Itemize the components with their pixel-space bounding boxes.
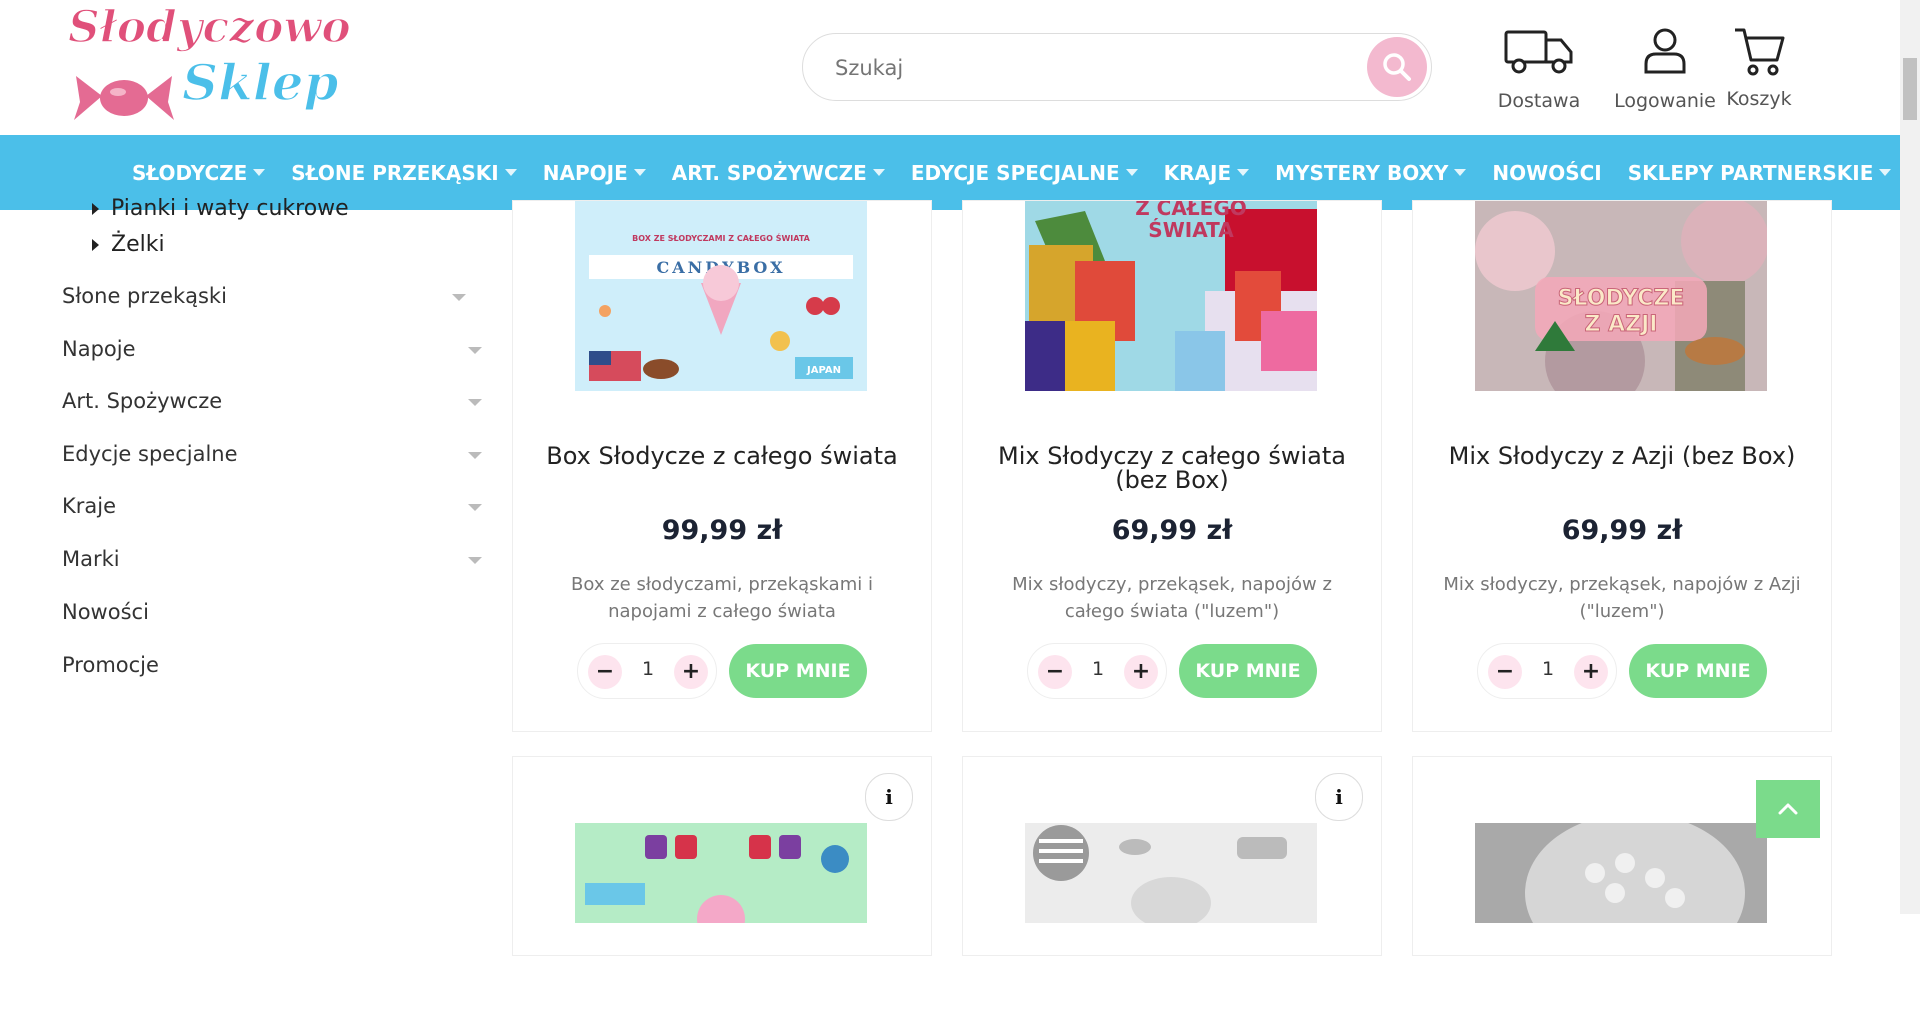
logo-text-line2: Sklep bbox=[182, 53, 339, 112]
site-header: Słodyczowo Sklep Dostawa bbox=[0, 0, 1900, 135]
quantity-stepper: − 1 + bbox=[1027, 643, 1167, 699]
product-card: i bbox=[962, 756, 1382, 956]
chevron-down-icon[interactable] bbox=[468, 504, 482, 511]
quantity-value[interactable]: 1 bbox=[1536, 658, 1560, 680]
search-bar bbox=[802, 33, 1432, 101]
sidebar-category[interactable]: Napoje bbox=[62, 337, 482, 361]
svg-text:Z AZJI: Z AZJI bbox=[1585, 312, 1658, 337]
product-image[interactable]: Z CAŁEGO ŚWIATA bbox=[1025, 201, 1317, 391]
nav-item-edycje-specjalne[interactable]: EDYCJE SPECJALNE bbox=[911, 161, 1138, 185]
login-link[interactable]: Logowanie bbox=[1612, 26, 1718, 112]
nav-item-kraje[interactable]: KRAJE bbox=[1164, 161, 1250, 185]
sidebar-subitem[interactable]: Żelki bbox=[92, 232, 165, 257]
page-scrollbar[interactable] bbox=[1900, 0, 1920, 914]
increment-button[interactable]: + bbox=[1574, 655, 1608, 689]
sidebar-category[interactable]: Kraje bbox=[62, 494, 482, 518]
candy-icon bbox=[74, 76, 174, 120]
info-icon[interactable]: i bbox=[1315, 773, 1363, 821]
nav-item-art-spozywcze[interactable]: ART. SPOŻYWCZE bbox=[672, 161, 885, 185]
nav-item-slone-przekaski[interactable]: SŁONE PRZEKĄSKI bbox=[291, 161, 517, 185]
product-description: Mix słodyczy, przekąsek, napojów z całeg… bbox=[1012, 574, 1332, 622]
chevron-up-icon bbox=[1778, 803, 1798, 815]
svg-text:BOX ZE SŁODYCZAMI Z CAŁEGO ŚWI: BOX ZE SŁODYCZAMI Z CAŁEGO ŚWIATA bbox=[632, 232, 811, 243]
product-card: BOX ZE SŁODYCZAMI Z CAŁEGO ŚWIATA CANDYB… bbox=[512, 200, 932, 732]
nav-item-sklepy-partnerskie[interactable]: SKLEPY PARTNERSKIE bbox=[1628, 161, 1892, 185]
product-card: SŁODYCZE Z AZJI Mix Słodyczy z Azji (bez… bbox=[1412, 200, 1832, 732]
product-title[interactable]: Box Słodycze z całego świata bbox=[533, 444, 911, 468]
nav-item-nowosci[interactable]: NOWOŚCI bbox=[1492, 161, 1601, 185]
site-logo[interactable]: Słodyczowo Sklep bbox=[62, 0, 362, 132]
user-icon bbox=[1644, 28, 1686, 74]
product-price: 99,99 zł bbox=[661, 515, 783, 546]
product-card: i bbox=[512, 756, 932, 956]
chevron-down-icon bbox=[1454, 169, 1467, 176]
cart-label: Koszyk bbox=[1726, 88, 1792, 110]
delivery-link[interactable]: Dostawa bbox=[1497, 26, 1581, 112]
decrement-button[interactable]: − bbox=[1488, 655, 1522, 689]
product-description: Box ze słodyczami, przekąskami i napojam… bbox=[571, 574, 873, 622]
buy-button[interactable]: KUP MNIE bbox=[1179, 644, 1317, 698]
sidebar-category[interactable]: Promocje bbox=[62, 653, 482, 677]
product-price: 69,99 zł bbox=[1111, 515, 1233, 546]
product-image[interactable] bbox=[575, 823, 867, 1013]
decrement-button[interactable]: − bbox=[588, 655, 622, 689]
sidebar-category[interactable]: Słone przekąski bbox=[62, 284, 482, 308]
cart-link[interactable]: Koszyk bbox=[1724, 26, 1794, 110]
decrement-button[interactable]: − bbox=[1038, 655, 1072, 689]
scrollbar-thumb[interactable] bbox=[1903, 58, 1917, 120]
product-image[interactable] bbox=[1475, 823, 1767, 1013]
logo-text-line1: Słodyczowo bbox=[68, 2, 351, 53]
product-image[interactable] bbox=[1025, 823, 1317, 1013]
sidebar-subitem[interactable]: Pianki i waty cukrowe bbox=[92, 196, 349, 221]
product-image[interactable]: BOX ZE SŁODYCZAMI Z CAŁEGO ŚWIATA CANDYB… bbox=[575, 201, 867, 391]
chevron-down-icon bbox=[1879, 169, 1892, 176]
sidebar-category[interactable]: Art. Spożywcze bbox=[62, 389, 482, 413]
chevron-down-icon bbox=[504, 169, 517, 176]
search-button[interactable] bbox=[1367, 37, 1427, 97]
login-label: Logowanie bbox=[1614, 90, 1716, 112]
back-to-top-button[interactable] bbox=[1756, 780, 1820, 838]
product-card: Z CAŁEGO ŚWIATA Mix Słodyczy z całego św… bbox=[962, 200, 1382, 732]
chevron-down-icon[interactable] bbox=[468, 452, 482, 459]
chevron-down-icon bbox=[872, 169, 885, 176]
sidebar-category[interactable]: Edycje specjalne bbox=[62, 442, 482, 466]
caret-right-icon bbox=[92, 238, 99, 251]
chevron-down-icon bbox=[253, 169, 266, 176]
product-image[interactable]: SŁODYCZE Z AZJI bbox=[1475, 201, 1767, 391]
info-icon[interactable]: i bbox=[865, 773, 913, 821]
increment-button[interactable]: + bbox=[674, 655, 708, 689]
sidebar-category[interactable]: Marki bbox=[62, 547, 482, 571]
product-title[interactable]: Mix Słodyczy z całego świata (bez Box) bbox=[983, 444, 1361, 492]
chevron-down-icon bbox=[633, 169, 646, 176]
chevron-down-icon bbox=[1237, 169, 1250, 176]
nav-item-napoje[interactable]: NAPOJE bbox=[543, 161, 646, 185]
quantity-value[interactable]: 1 bbox=[636, 658, 660, 680]
nav-item-mystery-boxy[interactable]: MYSTERY BOXY bbox=[1275, 161, 1467, 185]
truck-icon bbox=[1504, 30, 1573, 74]
chevron-down-icon bbox=[1125, 169, 1138, 176]
increment-button[interactable]: + bbox=[1124, 655, 1158, 689]
svg-text:ŚWIATA: ŚWIATA bbox=[1148, 218, 1234, 242]
chevron-down-icon[interactable] bbox=[468, 399, 482, 406]
search-icon bbox=[1383, 53, 1411, 81]
chevron-down-icon[interactable] bbox=[468, 347, 482, 354]
caret-right-icon bbox=[92, 202, 99, 215]
quantity-value[interactable]: 1 bbox=[1086, 658, 1110, 680]
product-description: Mix słodyczy, przekąsek, napojów z Azji … bbox=[1443, 574, 1801, 622]
nav-item-slodycze[interactable]: SŁODYCZE bbox=[132, 161, 266, 185]
product-title[interactable]: Mix Słodyczy z Azji (bez Box) bbox=[1433, 444, 1811, 468]
chevron-down-icon[interactable] bbox=[452, 294, 466, 301]
delivery-label: Dostawa bbox=[1497, 90, 1581, 112]
svg-text:JAPAN: JAPAN bbox=[806, 365, 841, 376]
buy-button[interactable]: KUP MNIE bbox=[729, 644, 867, 698]
buy-button[interactable]: KUP MNIE bbox=[1629, 644, 1767, 698]
product-price: 69,99 zł bbox=[1561, 515, 1683, 546]
chevron-down-icon[interactable] bbox=[468, 557, 482, 564]
quantity-stepper: − 1 + bbox=[1477, 643, 1617, 699]
sidebar-category[interactable]: Nowości bbox=[62, 600, 482, 624]
search-input[interactable] bbox=[833, 51, 1317, 85]
svg-text:SŁODYCZE: SŁODYCZE bbox=[1558, 286, 1685, 311]
cart-icon bbox=[1735, 28, 1785, 76]
quantity-stepper: − 1 + bbox=[577, 643, 717, 699]
